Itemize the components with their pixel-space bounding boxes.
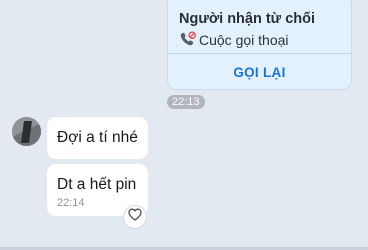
message-bubble[interactable]: Đợi a tí nhé — [47, 117, 148, 159]
call-status-title: Người nhận từ chối — [179, 11, 316, 27]
message-text: Đợi a tí nhé — [57, 129, 138, 146]
declined-call-card: Người nhận từ chối Cuộc gọi thoại GỌI LẠ… — [167, 0, 352, 90]
reaction-button[interactable] — [123, 205, 147, 229]
time-badge: 22:13 — [167, 95, 205, 109]
message-time: 22:14 — [57, 197, 85, 209]
heart-icon — [128, 208, 142, 226]
phone-declined-icon — [179, 31, 196, 48]
call-back-button[interactable]: GỌI LẠI — [168, 54, 351, 89]
avatar[interactable] — [12, 117, 41, 146]
message-text: Dt a hết pin — [57, 176, 137, 193]
call-type-row: Cuộc gọi thoại — [179, 31, 289, 48]
call-type-label: Cuộc gọi thoại — [199, 31, 289, 48]
